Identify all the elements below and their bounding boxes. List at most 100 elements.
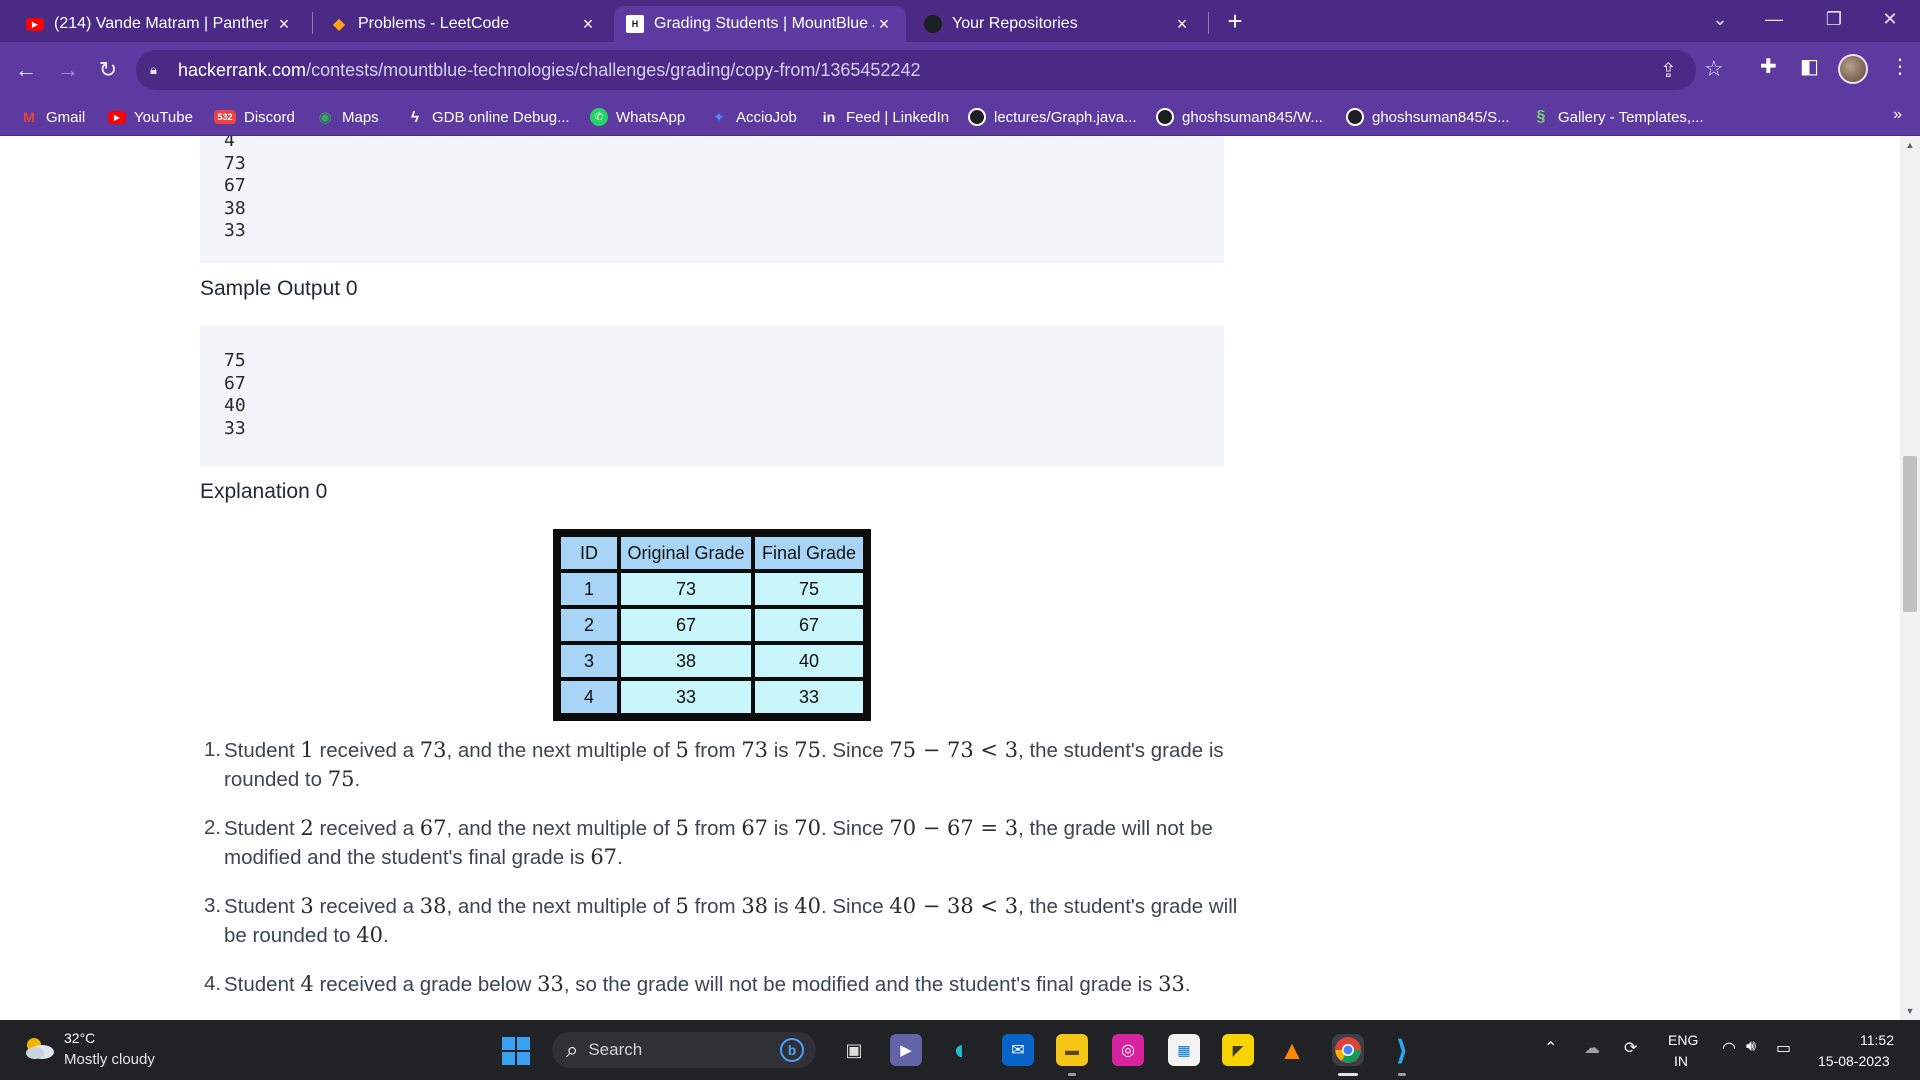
bookmark-star-icon[interactable]: ☆ [1704, 56, 1724, 82]
menu-kebab-icon[interactable]: ⋮ [1890, 54, 1910, 79]
tab-hackerrank[interactable]: H Grading Students | MountBlue Jo × [614, 6, 906, 42]
volume-icon[interactable]: 🔊︎ [1746, 1038, 1756, 1056]
close-icon[interactable]: × [874, 14, 894, 35]
bookmark-maps[interactable]: ◉ Maps [316, 106, 378, 128]
bookmark-gmail[interactable]: M Gmail [20, 106, 85, 128]
extensions-icon[interactable]: ✚ [1760, 54, 1777, 79]
bookmark-whatsapp[interactable]: ✆ WhatsApp [590, 106, 685, 128]
bookmarks-overflow-button[interactable]: » [1893, 106, 1902, 124]
math-expression: 5 [675, 816, 689, 840]
sync-icon[interactable]: ⟳ [1624, 1038, 1637, 1058]
cloudy-weather-icon[interactable] [22, 1035, 56, 1061]
sticky-notes-icon[interactable]: ◤ [1222, 1034, 1254, 1066]
bookmark-github-w[interactable]: ghoshsuman845/W... [1156, 106, 1323, 128]
github-icon [968, 108, 986, 126]
restore-button[interactable]: ❐ [1814, 4, 1854, 34]
bookmark-youtube[interactable]: ▶ YouTube [108, 106, 193, 128]
list-number: 1. [204, 738, 222, 761]
bookmark-acciojob[interactable]: ✦ AccioJob [710, 106, 797, 128]
back-button[interactable]: ← [10, 54, 42, 86]
battery-icon[interactable]: ▭ [1776, 1038, 1791, 1058]
tab-strip: ▶ (214) Vande Matram | Panther | H × ◆ P… [0, 0, 1920, 42]
page-scrollbar[interactable]: ▲ ▼ [1900, 136, 1920, 1020]
math-expression: 38 [419, 894, 447, 918]
address-bar[interactable]: 🔒︎ hackerrank.com/contests/mountblue-tec… [136, 50, 1724, 90]
edge-icon[interactable]: ◐ [946, 1034, 978, 1066]
code-line: 38 [224, 197, 246, 219]
browser-toolbar: ← → ↻ 🔒︎ hackerrank.com/contests/mountbl… [0, 42, 1920, 98]
task-view-icon[interactable]: ▣ [838, 1034, 870, 1066]
text-run: is [768, 817, 795, 840]
list-number: 3. [204, 894, 222, 917]
scroll-down-arrow-icon[interactable]: ▼ [1900, 1006, 1920, 1016]
side-panel-icon[interactable]: ◧ [1800, 54, 1819, 79]
onedrive-icon[interactable]: ☁ [1584, 1038, 1600, 1058]
scroll-up-arrow-icon[interactable]: ▲ [1900, 140, 1920, 150]
bookmark-gallery[interactable]: § Gallery - Templates,... [1532, 106, 1704, 128]
wifi-icon[interactable]: ◠ [1722, 1038, 1736, 1058]
text-run: Student [224, 895, 301, 918]
reload-button[interactable]: ↻ [92, 54, 124, 86]
sample-output-heading: Sample Output 0 [200, 277, 358, 300]
list-item: 4. Student 4 received a grade below 33, s… [200, 970, 1240, 999]
minimize-button[interactable]: — [1754, 4, 1794, 34]
show-hidden-icons-chevron-icon[interactable]: ⌃ [1544, 1038, 1557, 1058]
weather-temperature[interactable]: 32°C [64, 1030, 95, 1046]
clock-time[interactable]: 11:52 [1860, 1032, 1894, 1048]
vscode-icon[interactable]: ⟩ [1386, 1034, 1418, 1066]
taskbar-search[interactable]: ⌕ Search b [552, 1032, 816, 1068]
list-text: Student 2 received a 67, and the next mu… [224, 816, 1213, 869]
close-icon[interactable]: × [274, 14, 294, 35]
mail-icon[interactable]: ✉ [1002, 1034, 1034, 1066]
close-icon[interactable]: × [1172, 14, 1192, 35]
math-expression: 40 [794, 894, 821, 918]
teams-chat-icon[interactable]: ▶ [890, 1034, 922, 1066]
code-line: 33 [224, 220, 246, 241]
share-icon[interactable]: ⇪ [1660, 58, 1677, 83]
scrollbar-thumb[interactable] [1903, 456, 1917, 612]
bing-icon[interactable]: b [780, 1038, 804, 1062]
bookmark-label: GDB online Debug... [432, 108, 570, 126]
microsoft-store-icon[interactable]: ▦ [1168, 1034, 1200, 1066]
windows-start-icon[interactable] [502, 1037, 530, 1065]
chrome-icon[interactable] [1332, 1034, 1364, 1066]
tab-title: Problems - LeetCode [358, 15, 510, 32]
tab-search-chevron-icon[interactable]: ⌄ [1700, 4, 1740, 34]
tab-youtube[interactable]: ▶ (214) Vande Matram | Panther | H × [14, 6, 306, 42]
list-item: 3. Student 3 received a 38, and the next … [200, 892, 1240, 950]
text-run: , and the next multiple of [446, 895, 676, 918]
tab-leetcode[interactable]: ◆ Problems - LeetCode × [318, 6, 610, 42]
table-row: 3 38 40 [561, 645, 863, 677]
tab-title: Grading Students | MountBlue Jo [654, 15, 874, 32]
profile-avatar[interactable] [1838, 54, 1868, 84]
weather-description[interactable]: Mostly cloudy [64, 1051, 155, 1068]
tab-github[interactable]: Your Repositories × [912, 6, 1204, 42]
table-cell: 3 [561, 645, 617, 677]
bookmark-github-s[interactable]: ghoshsuman845/S... [1346, 106, 1510, 128]
youtube-icon: ▶ [26, 17, 44, 31]
file-explorer-icon[interactable]: ▬ [1056, 1034, 1088, 1066]
search-label: Search [588, 1040, 643, 1059]
language-region[interactable]: IN [1674, 1053, 1688, 1069]
discord-icon: 532 [214, 110, 236, 124]
math-expression: 70 [794, 816, 821, 840]
math-expression: 40 − 38 < 3 [889, 894, 1019, 918]
bookmark-gdb[interactable]: ϟ GDB online Debug... [406, 106, 570, 128]
github-icon [1346, 108, 1364, 126]
bookmark-discord[interactable]: 532 Discord [214, 106, 295, 128]
instagram-icon[interactable]: ◎ [1112, 1034, 1144, 1066]
bookmark-linkedin[interactable]: in Feed | LinkedIn [820, 106, 949, 128]
close-icon[interactable]: × [578, 14, 598, 35]
code-line: 33 [224, 417, 246, 439]
clock-date[interactable]: 15-08-2023 [1818, 1053, 1890, 1069]
vlc-icon[interactable]: ▲ [1276, 1034, 1308, 1066]
explanation-heading: Explanation 0 [200, 480, 328, 503]
close-window-button[interactable]: ✕ [1870, 4, 1910, 34]
text-run: received a [313, 817, 420, 840]
gmail-icon: M [23, 109, 35, 125]
new-tab-button[interactable]: + [1222, 6, 1248, 36]
bookmark-github-graph[interactable]: lectures/Graph.java... [968, 106, 1137, 128]
forward-button[interactable]: → [52, 54, 84, 86]
language-indicator[interactable]: ENG [1668, 1032, 1698, 1048]
table-cell: 40 [755, 645, 863, 677]
